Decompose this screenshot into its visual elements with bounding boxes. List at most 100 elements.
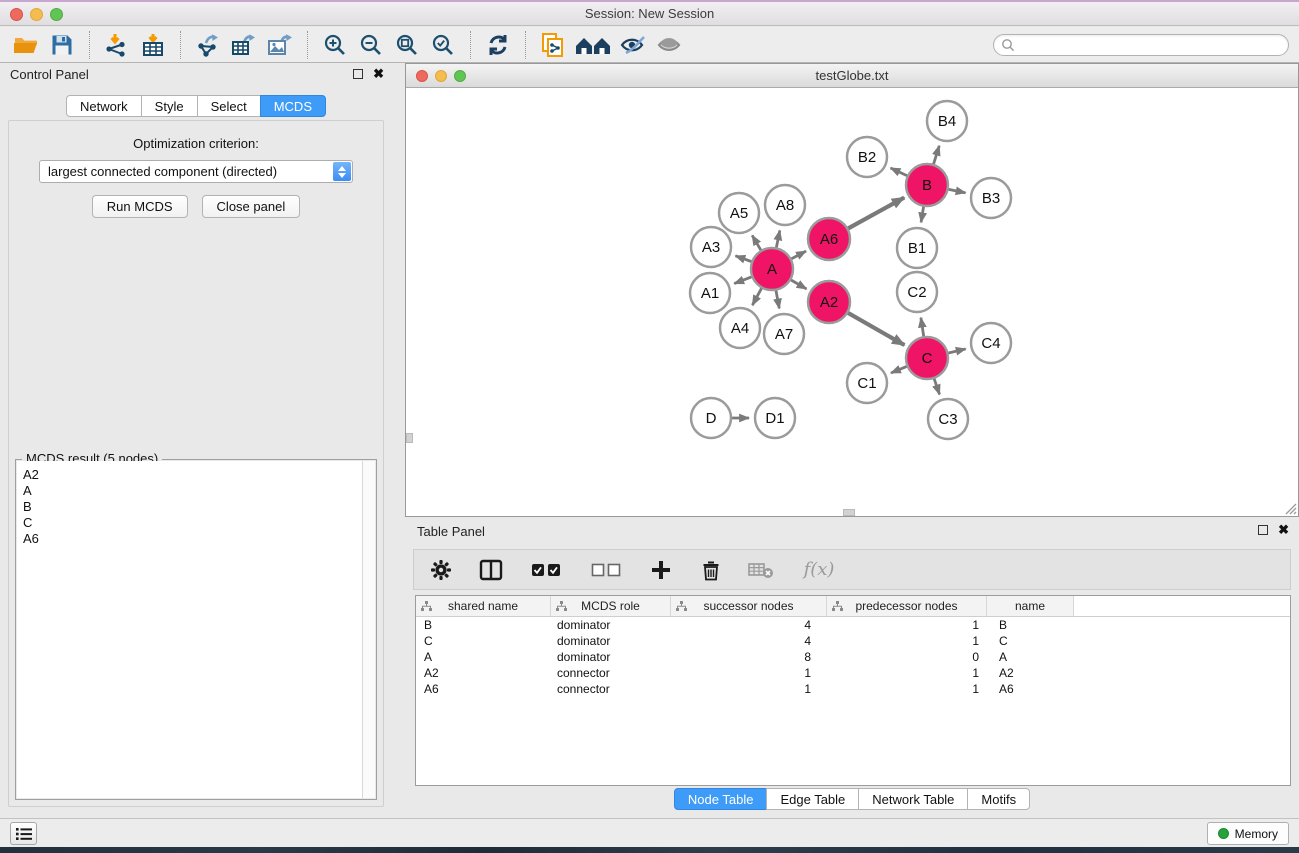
minimize-window-button[interactable] xyxy=(30,8,43,21)
graph-node-A3[interactable]: A3 xyxy=(691,227,731,267)
export-table-button[interactable] xyxy=(226,30,262,60)
graph-node-C[interactable]: C xyxy=(906,337,948,379)
tab-select[interactable]: Select xyxy=(197,95,261,117)
graph-node-C2[interactable]: C2 xyxy=(897,272,937,312)
import-table-button[interactable] xyxy=(135,30,171,60)
graph-node-A2[interactable]: A2 xyxy=(808,281,850,323)
zoom-fit-button[interactable] xyxy=(389,30,425,60)
mcds-result-item[interactable]: A xyxy=(17,483,375,499)
graph-edge-A-A3[interactable] xyxy=(735,256,752,262)
graph-edge-B-B1[interactable] xyxy=(921,206,924,223)
zoom-selected-button[interactable] xyxy=(425,30,461,60)
network-zoom-button[interactable] xyxy=(454,70,466,82)
graph-node-B1[interactable]: B1 xyxy=(897,228,937,268)
table-row[interactable]: Cdominator41C xyxy=(416,633,1290,649)
show-panels-button[interactable] xyxy=(10,822,37,845)
close-window-button[interactable] xyxy=(10,8,23,21)
close-panel-icon[interactable]: ✖ xyxy=(373,69,384,79)
network-close-button[interactable] xyxy=(416,70,428,82)
graph-edge-A6-B[interactable] xyxy=(847,198,904,229)
graph-node-C3[interactable]: C3 xyxy=(928,399,968,439)
zoom-in-button[interactable] xyxy=(317,30,353,60)
graph-edge-C-C3[interactable] xyxy=(934,378,940,395)
graph-node-B2[interactable]: B2 xyxy=(847,137,887,177)
graph-edge-C-C1[interactable] xyxy=(891,366,908,373)
delete-columns-button[interactable] xyxy=(698,557,724,583)
float-table-panel-icon[interactable] xyxy=(1258,525,1268,535)
create-column-button[interactable] xyxy=(648,557,674,583)
search-input[interactable] xyxy=(1015,36,1288,54)
mcds-result-item[interactable]: C xyxy=(17,515,375,531)
graph-edge-B-B3[interactable] xyxy=(948,189,966,193)
graph-node-A7[interactable]: A7 xyxy=(764,314,804,354)
tab-edge-table[interactable]: Edge Table xyxy=(766,788,859,810)
graph-node-D1[interactable]: D1 xyxy=(755,398,795,438)
graph-edge-A-A4[interactable] xyxy=(752,287,762,305)
tab-mcds[interactable]: MCDS xyxy=(260,95,326,117)
graph-edge-B-B2[interactable] xyxy=(891,168,908,176)
column-header-successor-nodes[interactable]: successor nodes xyxy=(671,596,827,616)
column-header-predecessor-nodes[interactable]: predecessor nodes xyxy=(827,596,987,616)
graph-edge-A2-C[interactable] xyxy=(847,312,904,345)
graph-edge-A-A5[interactable] xyxy=(752,235,761,251)
tab-node-table[interactable]: Node Table xyxy=(674,788,768,810)
export-network-button[interactable] xyxy=(190,30,226,60)
graph-edge-A-A2[interactable] xyxy=(790,280,806,289)
function-builder-button[interactable]: f(x) xyxy=(798,557,840,583)
network-hscrollbar-thumb[interactable] xyxy=(843,509,855,516)
table-row[interactable]: A2connector11A2 xyxy=(416,665,1290,681)
resize-grip-icon[interactable] xyxy=(1283,501,1297,515)
graph-node-D[interactable]: D xyxy=(691,398,731,438)
app-titlebar[interactable]: Session: New Session xyxy=(0,2,1299,26)
network-window-titlebar[interactable]: testGlobe.txt xyxy=(406,64,1298,88)
table-settings-button[interactable] xyxy=(428,557,454,583)
network-minimize-button[interactable] xyxy=(435,70,447,82)
graph-edge-A-A1[interactable] xyxy=(734,277,752,284)
network-canvas[interactable]: A1A3A4A5A7A8B1B2B3B4C1C2C3C4DD1AA2A6BC xyxy=(406,89,1298,516)
show-hidden-button[interactable] xyxy=(651,30,687,60)
mcds-result-item[interactable]: A2 xyxy=(17,467,375,483)
first-neighbors-button[interactable] xyxy=(571,30,615,60)
graph-node-B4[interactable]: B4 xyxy=(927,101,967,141)
graph-node-B[interactable]: B xyxy=(906,164,948,206)
graph-node-C4[interactable]: C4 xyxy=(971,323,1011,363)
unselect-all-columns-button[interactable] xyxy=(588,557,624,583)
mcds-result-item[interactable]: B xyxy=(17,499,375,515)
graph-edge-A-A6[interactable] xyxy=(791,251,806,259)
graph-node-A5[interactable]: A5 xyxy=(719,193,759,233)
graph-node-A1[interactable]: A1 xyxy=(690,273,730,313)
tab-style[interactable]: Style xyxy=(141,95,198,117)
memory-button[interactable]: Memory xyxy=(1207,822,1289,845)
graph-edge-C-C2[interactable] xyxy=(921,318,924,338)
tab-network[interactable]: Network xyxy=(66,95,142,117)
delete-table-button[interactable] xyxy=(748,557,774,583)
apply-layout-button[interactable] xyxy=(480,30,516,60)
graph-edge-B-B4[interactable] xyxy=(933,146,939,165)
graph-node-A4[interactable]: A4 xyxy=(720,308,760,348)
new-network-from-selection-button[interactable] xyxy=(535,30,571,60)
zoom-window-button[interactable] xyxy=(50,8,63,21)
close-panel-button[interactable]: Close panel xyxy=(202,195,301,218)
hide-selected-button[interactable] xyxy=(615,30,651,60)
table-row[interactable]: A6connector11A6 xyxy=(416,681,1290,697)
split-columns-button[interactable] xyxy=(478,557,504,583)
graph-node-C1[interactable]: C1 xyxy=(847,363,887,403)
mcds-result-scrollbar[interactable] xyxy=(362,461,375,798)
float-panel-icon[interactable] xyxy=(353,69,363,79)
table-row[interactable]: Bdominator41B xyxy=(416,617,1290,633)
graph-node-A6[interactable]: A6 xyxy=(808,218,850,260)
mcds-result-item[interactable]: A6 xyxy=(17,531,375,547)
export-image-button[interactable] xyxy=(262,30,298,60)
graph-node-A8[interactable]: A8 xyxy=(765,185,805,225)
open-session-button[interactable] xyxy=(8,30,44,60)
network-vscrollbar-thumb[interactable] xyxy=(406,433,413,443)
tab-network-table[interactable]: Network Table xyxy=(858,788,968,810)
select-all-columns-button[interactable] xyxy=(528,557,564,583)
import-network-button[interactable] xyxy=(99,30,135,60)
tab-motifs[interactable]: Motifs xyxy=(967,788,1030,810)
run-mcds-button[interactable]: Run MCDS xyxy=(92,195,188,218)
graph-edge-A-A7[interactable] xyxy=(776,290,779,309)
zoom-out-button[interactable] xyxy=(353,30,389,60)
column-header-mcds-role[interactable]: MCDS role xyxy=(551,596,671,616)
graph-node-B3[interactable]: B3 xyxy=(971,178,1011,218)
